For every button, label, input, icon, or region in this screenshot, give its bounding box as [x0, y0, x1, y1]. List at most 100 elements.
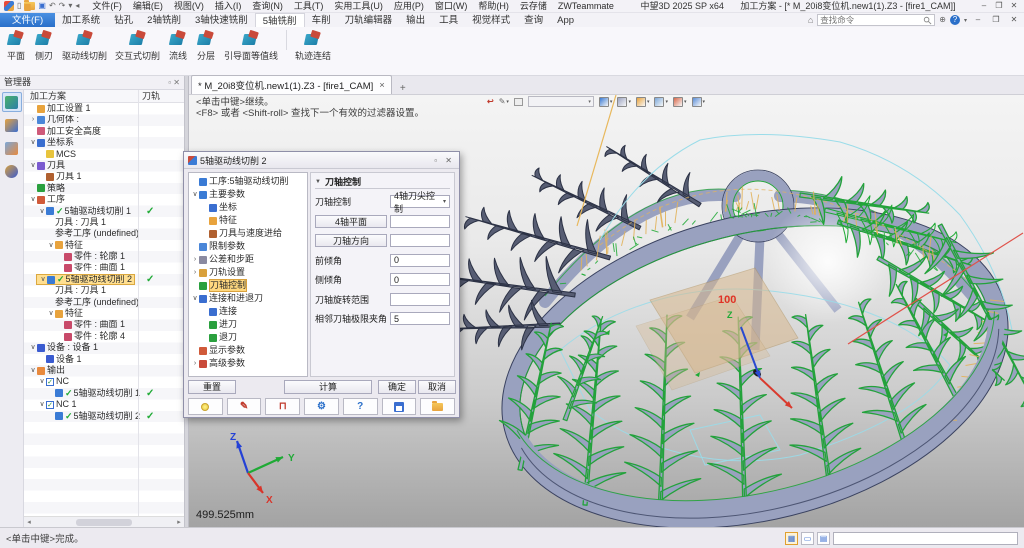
- input-相邻刀轴极限夹角[interactable]: [390, 312, 450, 325]
- manager-pin-icon[interactable]: ▫ ✕: [168, 76, 180, 89]
- collapse-icon[interactable]: ◂: [75, 1, 79, 11]
- library-icon[interactable]: [420, 398, 455, 415]
- ribbon-tab-查询[interactable]: 查询: [517, 13, 550, 27]
- menu-工具(T)[interactable]: 工具(T): [289, 0, 329, 13]
- tree-row-加工安全高度[interactable]: 加工安全高度: [24, 126, 184, 137]
- layout-icon[interactable]: ▾: [692, 97, 706, 107]
- ribbon-button-分层[interactable]: 分层: [192, 28, 220, 62]
- ribbon-tab-加工系统[interactable]: 加工系统: [55, 13, 107, 27]
- tree-row-5轴驱动线切削 1[interactable]: ✓5轴驱动线切削 1✓: [24, 388, 184, 399]
- ribbon-button-平面[interactable]: 平面: [2, 28, 30, 62]
- field-button-4轴平面[interactable]: 4轴平面: [315, 215, 387, 228]
- tree-row-参考工序 (undefined)[interactable]: 参考工序 (undefined): [24, 228, 184, 239]
- ok-button[interactable]: 确定: [378, 380, 416, 394]
- tree-row-刀具 1[interactable]: 刀具 1: [24, 171, 184, 182]
- tree-row-策略[interactable]: 策略: [24, 183, 184, 194]
- undo-icon[interactable]: ↶: [49, 1, 56, 11]
- menu-视图(V)[interactable]: 视图(V): [169, 0, 209, 13]
- toolpath-icon[interactable]: ⊓: [265, 398, 300, 415]
- expand-icon[interactable]: ∨: [29, 160, 37, 171]
- expand-icon[interactable]: ∨: [29, 137, 37, 148]
- tree-row-几何体 :[interactable]: ›几何体 :: [24, 114, 184, 125]
- tree-row-设备 : 设备 1[interactable]: ∨设备 : 设备 1: [24, 342, 184, 353]
- ribbon-button-轨迹连结[interactable]: 轨迹连结: [291, 28, 335, 62]
- inspect-icon[interactable]: ?: [343, 398, 378, 415]
- section-header[interactable]: ▼ 刀轴控制: [315, 175, 450, 189]
- dialog-tree-退刀[interactable]: 退刀: [189, 331, 307, 344]
- select-刀轴控制[interactable]: 4轴刀尖控制▾: [390, 195, 450, 208]
- box-select-icon[interactable]: [514, 98, 523, 106]
- tree-row-MCS[interactable]: MCS: [24, 149, 184, 160]
- input-侧倾角[interactable]: [390, 273, 450, 286]
- display-mode-icon[interactable]: ▭: [801, 532, 814, 545]
- tree-row-特征[interactable]: ∨特征: [24, 240, 184, 251]
- scroll-right-icon[interactable]: ▸: [174, 518, 184, 526]
- regen-icon[interactable]: ⚙: [304, 398, 339, 415]
- dialog-tree-公差和步距[interactable]: ›公差和步距: [189, 253, 307, 266]
- operation-dialog[interactable]: 5轴驱动线切削 2 ▫ ✕ 工序:5轴驱动线切削∨主要参数坐标特征刀具与速度进给…: [183, 151, 460, 418]
- doc-minimize-button[interactable]: –: [971, 14, 985, 26]
- field-button-刀轴方向[interactable]: 刀轴方向: [315, 234, 387, 247]
- tree-row-5轴驱动线切削 2[interactable]: ∨✓5轴驱动线切削 2✓: [24, 274, 184, 285]
- style-pen-icon[interactable]: ✎▾: [499, 97, 509, 106]
- tab-history[interactable]: [2, 115, 22, 135]
- tab-role-manager[interactable]: [2, 161, 22, 181]
- expand-icon[interactable]: ∨: [47, 308, 55, 319]
- filter-combobox[interactable]: ▾: [528, 96, 594, 107]
- globe-icon[interactable]: ⊕: [939, 15, 946, 25]
- cancel-button[interactable]: 取消: [418, 380, 456, 394]
- redo-icon[interactable]: ↷: [59, 1, 66, 11]
- help-icon[interactable]: ?: [950, 15, 960, 25]
- save-icon[interactable]: [382, 398, 417, 415]
- tree-row-工序[interactable]: ∨工序: [24, 194, 184, 205]
- dialog-titlebar[interactable]: 5轴驱动线切削 2 ▫ ✕: [184, 152, 459, 169]
- tree-row-零件 : 曲面 1[interactable]: 零件 : 曲面 1: [24, 319, 184, 330]
- dialog-tree-进刀[interactable]: 进刀: [189, 318, 307, 331]
- minimize-button[interactable]: –: [977, 0, 991, 12]
- view-cube-icon[interactable]: ▾: [599, 97, 613, 107]
- tree-row-零件 : 轮廓 1[interactable]: 零件 : 轮廓 1: [24, 251, 184, 262]
- edit-icon[interactable]: ✎: [227, 398, 262, 415]
- open-file-icon[interactable]: ▆: [24, 2, 35, 10]
- tree-row-零件 : 曲面 1[interactable]: 零件 : 曲面 1: [24, 262, 184, 273]
- ribbon-button-侧刃[interactable]: 侧刃: [30, 28, 58, 62]
- menu-ZWTeammate[interactable]: ZWTeammate: [553, 0, 619, 13]
- compass-icon[interactable]: ▾: [673, 97, 687, 107]
- dialog-tree-特征[interactable]: 特征: [189, 214, 307, 227]
- view-orient-icon[interactable]: ▾: [617, 97, 631, 107]
- ribbon-tab-输出[interactable]: 输出: [399, 13, 432, 27]
- reset-button[interactable]: 重置: [188, 380, 236, 394]
- expand-icon[interactable]: ∨: [38, 399, 46, 410]
- ribbon-button-引导面等值线[interactable]: 引导面等值线: [220, 28, 282, 62]
- input-刀轴旋转范围[interactable]: [390, 293, 450, 306]
- dialog-tree-主要参数[interactable]: ∨主要参数: [189, 188, 307, 201]
- menu-文件(F)[interactable]: 文件(F): [87, 0, 127, 13]
- tree-row-输出[interactable]: ∨输出: [24, 365, 184, 376]
- scroll-thumb[interactable]: [76, 519, 132, 526]
- input-刀轴方向[interactable]: [390, 234, 450, 247]
- tree-row-加工设置 1[interactable]: 加工设置 1: [24, 103, 184, 114]
- menu-查询(N)[interactable]: 查询(N): [247, 0, 288, 13]
- menu-插入(I)[interactable]: 插入(I): [210, 0, 247, 13]
- manager-hscrollbar[interactable]: ◂ ▸: [24, 516, 184, 527]
- ribbon-tab-5轴铣削[interactable]: 5轴铣削: [255, 13, 305, 27]
- expand-icon[interactable]: ∨: [38, 377, 46, 388]
- doc-close-button[interactable]: ✕: [1007, 14, 1021, 26]
- tree-row-刀具 : 刀具 1[interactable]: 刀具 : 刀具 1: [24, 217, 184, 228]
- render-wheel-icon[interactable]: ▾: [636, 97, 650, 107]
- tree-row-设备 1[interactable]: 设备 1: [24, 354, 184, 365]
- dialog-tree-限制参数[interactable]: 限制参数: [189, 240, 307, 253]
- tree-row-NC[interactable]: ∨✓NC: [24, 376, 184, 387]
- nc-checkbox[interactable]: ✓: [46, 378, 54, 386]
- input-4轴平面[interactable]: [390, 215, 450, 228]
- ribbon-tab-钻孔[interactable]: 钻孔: [107, 13, 140, 27]
- layer-box-icon[interactable]: ▤: [817, 532, 830, 545]
- tree-row-参考工序 (undefined)[interactable]: 参考工序 (undefined): [24, 297, 184, 308]
- close-button[interactable]: ✕: [1007, 0, 1021, 12]
- restore-button[interactable]: ❐: [992, 0, 1006, 12]
- tree-row-NC 1[interactable]: ∨✓NC 1: [24, 399, 184, 410]
- ribbon-button-流线[interactable]: 流线: [164, 28, 192, 62]
- dialog-tree-坐标[interactable]: 坐标: [189, 201, 307, 214]
- new-tab-button[interactable]: +: [392, 83, 414, 94]
- ribbon-button-交互式切削[interactable]: 交互式切削: [111, 28, 164, 62]
